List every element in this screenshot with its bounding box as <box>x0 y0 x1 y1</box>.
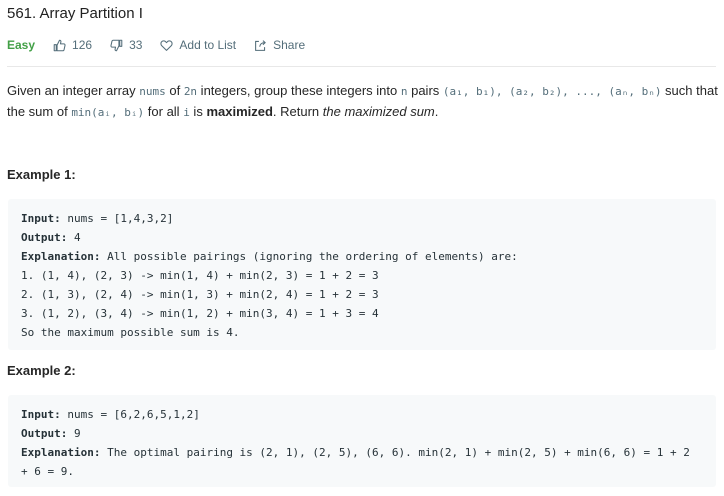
desc-italic: the maximized sum <box>322 104 435 119</box>
desc-code: i <box>183 106 190 119</box>
desc-text: for all <box>144 104 184 119</box>
desc-bold: maximized <box>206 104 273 119</box>
example-1-heading: Example 1: <box>7 167 76 182</box>
problem-description: Given an integer array nums of 2n intege… <box>7 81 719 123</box>
output-value: 4 <box>67 231 81 244</box>
add-to-list-button[interactable]: Add to List <box>160 38 236 52</box>
desc-text: Given an integer array <box>7 83 140 98</box>
problem-title: 561. Array Partition I <box>7 5 143 22</box>
dislike-button[interactable]: 33 <box>110 38 142 52</box>
header-divider <box>7 66 716 67</box>
desc-code: (a₁, b₁), (a₂, b₂), ..., (aₙ, bₙ) <box>442 85 662 98</box>
example-2-block: Input: nums = [6,2,6,5,1,2] Output: 9 Ex… <box>8 395 716 487</box>
share-button[interactable]: Share <box>254 38 305 52</box>
explanation-line: 2. (1, 3), (2, 4) -> min(1, 3) + min(2, … <box>21 288 379 301</box>
input-value: nums = [6,2,6,5,1,2] <box>60 408 200 421</box>
share-icon <box>255 39 266 51</box>
explanation-value: All possible pairings (ignoring the orde… <box>100 250 518 263</box>
input-value: nums = [1,4,3,2] <box>60 212 174 225</box>
add-to-list-label: Add to List <box>179 38 237 52</box>
like-button[interactable]: 126 <box>53 38 92 52</box>
desc-text: of <box>165 83 184 98</box>
desc-text: integers, group these integers into <box>197 83 401 98</box>
desc-text: pairs <box>407 83 443 98</box>
explanation-label: Explanation: <box>21 250 101 263</box>
example-2-heading: Example 2: <box>7 363 76 378</box>
thumbs-down-icon <box>110 39 123 51</box>
heart-icon <box>160 39 174 51</box>
explanation-line: 3. (1, 2), (3, 4) -> min(1, 2) + min(3, … <box>21 307 379 320</box>
thumbs-up-icon <box>53 39 66 51</box>
desc-code: min(aᵢ, bᵢ) <box>71 106 145 119</box>
output-label: Output: <box>21 231 68 244</box>
input-label: Input: <box>21 408 61 421</box>
explanation-line: + 6 = 9. <box>21 465 74 478</box>
share-label: Share <box>273 38 306 52</box>
desc-code: nums <box>139 85 166 98</box>
difficulty-badge: Easy <box>7 38 36 52</box>
like-count: 126 <box>72 38 93 52</box>
problem-meta-bar: Easy 126 33 Add to List Share <box>7 36 323 54</box>
dislike-count: 33 <box>129 38 143 52</box>
example-1-block: Input: nums = [1,4,3,2] Output: 4 Explan… <box>8 199 716 350</box>
explanation-line: 1. (1, 4), (2, 3) -> min(1, 4) + min(2, … <box>21 269 379 282</box>
output-value: 9 <box>67 427 81 440</box>
desc-code: 2n <box>183 85 198 98</box>
explanation-label: Explanation: <box>21 446 101 459</box>
explanation-value: The optimal pairing is (2, 1), (2, 5), (… <box>100 446 690 459</box>
desc-text: . Return <box>272 104 323 119</box>
output-label: Output: <box>21 427 68 440</box>
desc-text: . <box>434 104 439 119</box>
desc-text: is <box>189 104 207 119</box>
explanation-line: So the maximum possible sum is 4. <box>21 326 240 339</box>
input-label: Input: <box>21 212 61 225</box>
